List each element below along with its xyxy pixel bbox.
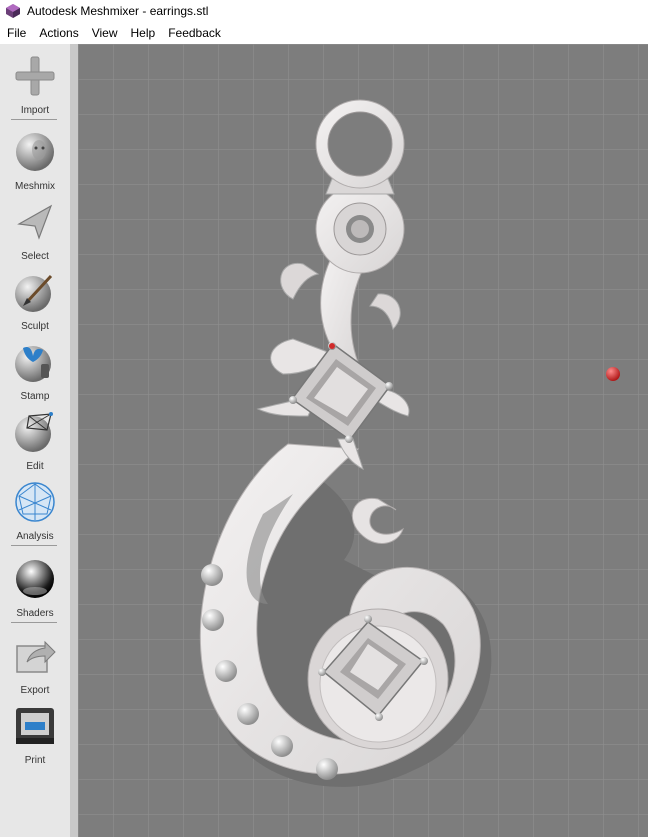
analysis-mesh-icon: [15, 482, 55, 522]
ground-grid: [78, 44, 648, 837]
meshmix-button[interactable]: Meshmix: [0, 130, 70, 192]
menu-help[interactable]: Help: [124, 26, 162, 40]
sculpt-button[interactable]: Sculpt: [0, 270, 70, 332]
menu-view[interactable]: View: [85, 26, 124, 40]
sculpt-label: Sculpt: [21, 321, 49, 332]
select-button[interactable]: Select: [0, 200, 70, 262]
sculpt-brush-icon: [15, 274, 53, 312]
print-button[interactable]: Print: [0, 704, 70, 766]
export-icon: [16, 640, 56, 673]
window-title: Autodesk Meshmixer - earrings.stl: [27, 4, 209, 18]
toolbar-divider: [11, 545, 57, 546]
analysis-button[interactable]: Analysis: [0, 480, 70, 542]
menu-bar: File Actions View Help Feedback: [0, 22, 648, 45]
plus-icon: [15, 56, 55, 96]
shaders-label: Shaders: [16, 608, 54, 619]
stamp-label: Stamp: [20, 391, 50, 402]
3d-viewport[interactable]: [78, 44, 648, 837]
shader-sphere-icon: [16, 560, 54, 598]
meshmix-head-icon: [16, 133, 54, 171]
stamp-icon: [15, 346, 51, 382]
title-bar: Autodesk Meshmixer - earrings.stl: [0, 0, 648, 22]
shaders-button[interactable]: Shaders: [0, 557, 70, 619]
tool-panel: Import Meshmix Select Sculpt Stamp Edit …: [0, 44, 71, 837]
toolbar-divider: [11, 119, 57, 120]
panel-edge: [70, 44, 78, 837]
analysis-label: Analysis: [16, 531, 54, 542]
export-button[interactable]: Export: [0, 634, 70, 696]
meshmixer-app-icon: [6, 4, 20, 18]
import-label: Import: [20, 105, 50, 116]
toolbar-divider: [11, 622, 57, 623]
gizmo-handle[interactable]: [329, 343, 335, 349]
stamp-button[interactable]: Stamp: [0, 340, 70, 402]
select-label: Select: [21, 251, 49, 262]
edit-button[interactable]: Edit: [0, 410, 70, 472]
printer-icon: [16, 708, 54, 744]
meshmix-label: Meshmix: [14, 181, 55, 192]
select-arrow-icon: [17, 204, 53, 240]
menu-feedback[interactable]: Feedback: [161, 26, 227, 40]
pivot-point[interactable]: [606, 367, 620, 381]
edit-label: Edit: [26, 461, 44, 472]
menu-file[interactable]: File: [0, 26, 32, 40]
edit-mesh-icon: [15, 412, 53, 452]
import-button[interactable]: Import: [0, 54, 70, 116]
print-label: Print: [24, 755, 46, 766]
export-label: Export: [20, 685, 50, 696]
menu-actions[interactable]: Actions: [32, 26, 84, 40]
